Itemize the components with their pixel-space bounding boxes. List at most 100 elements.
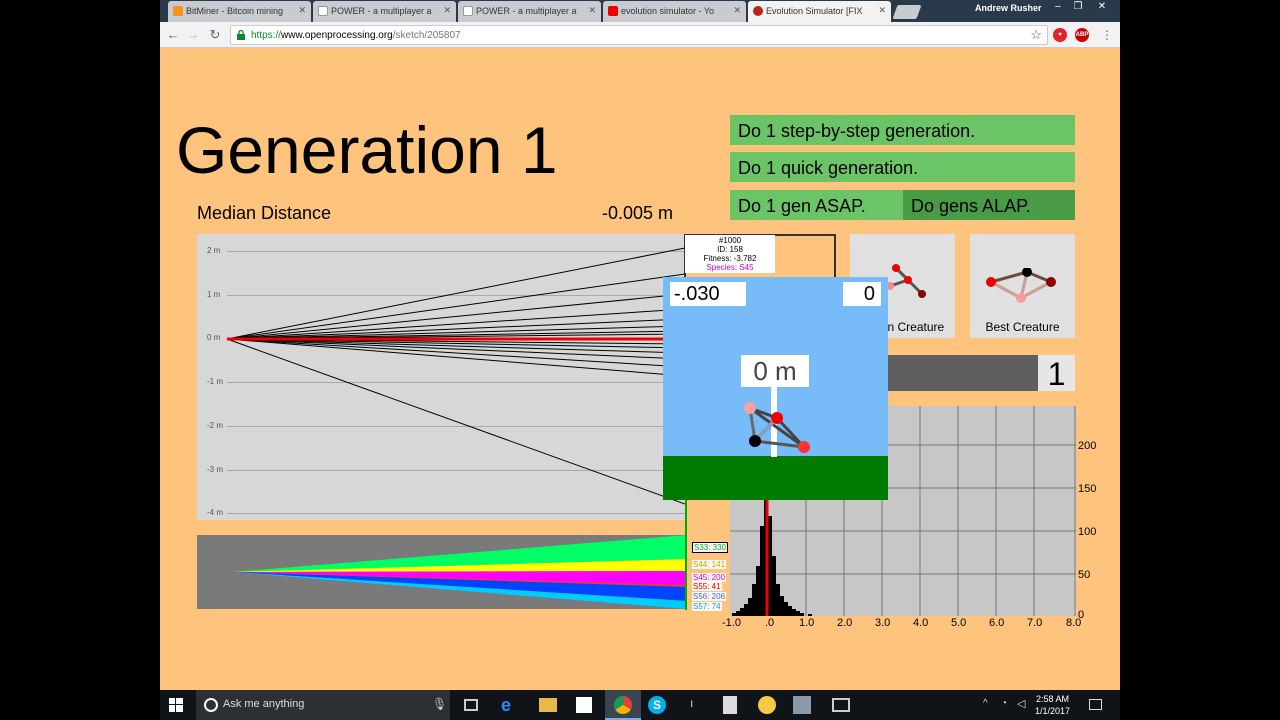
pocket-icon[interactable]: ♥: [1053, 28, 1067, 42]
app-icon[interactable]: ı: [690, 696, 708, 714]
edge-icon[interactable]: e: [501, 696, 519, 714]
profile-name[interactable]: Andrew Rusher: [975, 3, 1042, 13]
hist-x-label: 3.0: [875, 617, 891, 629]
close-icon[interactable]: ✕: [733, 5, 741, 16]
generation-title: Generation 1: [176, 113, 558, 187]
median-creature-icon: [886, 264, 926, 298]
species-marker-line: [685, 500, 687, 610]
tab-label: POWER - a multiplayer a: [476, 6, 577, 16]
hist-x-label: 6.0: [989, 617, 1005, 629]
best-creature-card[interactable]: Best Creature: [970, 234, 1075, 338]
distance-marker: 0 m: [741, 355, 809, 387]
youtube-icon: [608, 6, 618, 16]
median-distance-label: Median Distance: [197, 203, 332, 223]
hist-x-label: 5.0: [951, 617, 967, 629]
lock-icon: [237, 30, 245, 40]
minimize-icon[interactable]: –: [1048, 1, 1068, 15]
creature-info-card: #1000 ID: 158 Fitness: -3.782 Species: S…: [685, 235, 775, 273]
step-by-step-button[interactable]: Do 1 step-by-step generation.: [730, 115, 1075, 145]
reload-icon[interactable]: ↻: [206, 26, 224, 44]
close-icon[interactable]: ✕: [443, 5, 451, 16]
tab-evolution-simulator[interactable]: Evolution Simulator [FIX ✕: [748, 1, 891, 22]
notifications-icon[interactable]: [1089, 699, 1102, 710]
clock-time: 2:58 AM: [1036, 694, 1070, 704]
tab-bitminer[interactable]: BitMiner - Bitcoin mining ✕: [168, 1, 311, 22]
species-label: S56: 206: [692, 592, 727, 601]
hist-x-label: 7.0: [1027, 617, 1043, 629]
tab-label: BitMiner - Bitcoin mining: [186, 6, 284, 16]
close-icon[interactable]: ✕: [878, 5, 886, 16]
address-bar[interactable]: https://www.openprocessing.org/sketch/20…: [230, 25, 1048, 45]
creature-rank: #1000: [718, 236, 742, 245]
volume-icon[interactable]: ◁: [1017, 697, 1025, 710]
quick-generation-button[interactable]: Do 1 quick generation.: [730, 152, 1075, 182]
hist-y-label: 0: [1078, 609, 1085, 621]
median-distance-value: -0.005 m: [602, 203, 674, 223]
cortana-search[interactable]: Ask me anything 🎙: [196, 690, 450, 720]
adblock-icon[interactable]: ABP: [1075, 28, 1089, 42]
bookmark-star-icon[interactable]: ☆: [1030, 27, 1042, 43]
tab-strip: BitMiner - Bitcoin mining ✕ POWER - a mu…: [160, 0, 1120, 22]
tab-label: Evolution Simulator [FIX: [766, 6, 863, 16]
generation-slider[interactable]: [888, 355, 1038, 391]
menu-icon[interactable]: ⋮: [1098, 26, 1116, 44]
fitness-graph: 2 m 1 m 0 m -1 m -2 m -3 m -4 m: [197, 234, 685, 520]
hist-y-label: 150: [1078, 483, 1097, 495]
store-icon[interactable]: [576, 697, 592, 713]
creature-fitness: Fitness: -3.782: [703, 254, 757, 263]
windows-start-icon[interactable]: [169, 698, 183, 712]
creature-id: ID: 158: [717, 245, 743, 254]
wifi-icon[interactable]: ◔: [1001, 698, 1007, 709]
task-view-icon[interactable]: [464, 699, 478, 711]
hist-y-label: 200: [1078, 440, 1097, 452]
tab-youtube[interactable]: evolution simulator - Yo ✕: [603, 1, 746, 22]
tab-power-1[interactable]: POWER - a multiplayer a ✕: [313, 1, 456, 22]
gens-alap-button[interactable]: Do gens ALAP.: [903, 190, 1075, 220]
tab-label: evolution simulator - Yo: [621, 6, 715, 16]
back-icon[interactable]: ←: [164, 26, 182, 44]
close-window-icon[interactable]: ✕: [1092, 1, 1112, 15]
sketch-canvas[interactable]: Generation 1 Median Distance -0.005 m Do…: [160, 48, 1120, 690]
best-creature-icon: [986, 268, 1056, 303]
clock-app-icon[interactable]: [758, 696, 776, 714]
close-icon[interactable]: ✕: [588, 5, 596, 16]
hist-x-label: 2.0: [837, 617, 853, 629]
hist-y-label: 50: [1078, 569, 1091, 581]
tab-label: POWER - a multiplayer a: [331, 6, 432, 16]
file-explorer-icon[interactable]: [539, 698, 557, 712]
skype-icon[interactable]: S: [648, 696, 666, 714]
species-label: S57: 74: [692, 602, 722, 611]
monitor-app-icon[interactable]: [832, 698, 850, 712]
hist-x-label: .0: [765, 617, 775, 629]
close-icon[interactable]: ✕: [298, 5, 306, 16]
hist-y-label: 100: [1078, 526, 1097, 538]
simulation-popup: -.030 0 0 m: [663, 277, 888, 500]
species-wedges: [232, 535, 687, 609]
bitcoin-icon: [173, 6, 183, 16]
page-icon: [318, 6, 328, 16]
microphone-icon[interactable]: 🎙: [432, 697, 447, 711]
restore-icon[interactable]: ❐: [1068, 1, 1088, 15]
chrome-taskbar-item[interactable]: [605, 690, 641, 720]
forward-icon[interactable]: →: [184, 26, 202, 44]
taskbar-clock[interactable]: 2:58 AM 1/1/2017: [1035, 693, 1070, 717]
browser-toolbar: ← → ↻ https://www.openprocessing.org/ske…: [160, 22, 1120, 48]
creature-sprite: [744, 402, 810, 453]
calculator-icon[interactable]: [723, 696, 737, 714]
species-label: S44: 141: [692, 560, 727, 569]
species-label: S55: 41: [692, 582, 722, 591]
best-creature-label: Best Creature: [985, 320, 1060, 334]
species-label: S33: 330: [692, 542, 729, 553]
gen-asap-button[interactable]: Do 1 gen ASAP.: [730, 190, 903, 220]
tray-chevron-icon[interactable]: ^: [983, 698, 988, 709]
fitness-lines: [226, 247, 685, 505]
tab-power-2[interactable]: POWER - a multiplayer a ✕: [458, 1, 601, 22]
clock-date: 1/1/2017: [1035, 706, 1071, 716]
new-tab-button[interactable]: [892, 5, 922, 19]
creature-species: Species: S45: [706, 263, 754, 272]
generation-slider-value: 1: [1038, 355, 1075, 392]
sim-counter: 0: [843, 282, 881, 306]
taskbar: Ask me anything 🎙 e S ı ^ ◔ ◁ 2:58 AM 1/…: [160, 690, 1120, 720]
chrome-icon: [614, 696, 632, 714]
java-icon[interactable]: [793, 696, 811, 714]
